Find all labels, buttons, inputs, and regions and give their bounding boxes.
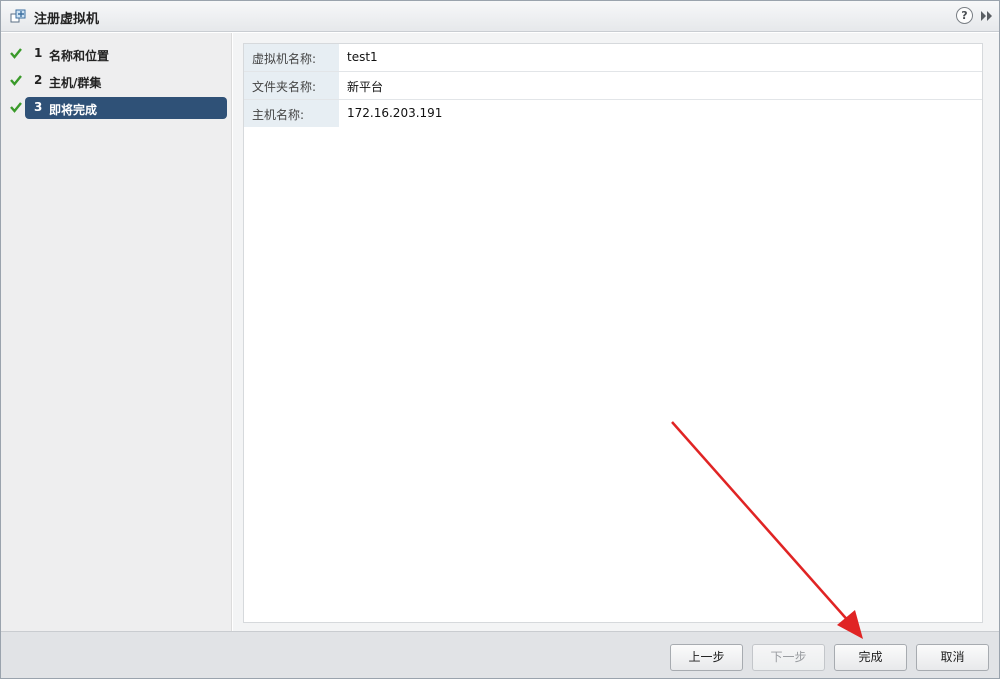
summary-value: test1	[347, 50, 378, 64]
summary-key: 主机名称:	[244, 100, 339, 127]
check-icon	[10, 102, 22, 113]
summary-value: 172.16.203.191	[347, 106, 443, 120]
step-label: 即将完成	[49, 103, 98, 117]
step-pill: 1 名称和位置	[25, 43, 227, 65]
vm-register-icon	[10, 9, 26, 23]
step-label: 主机/群集	[49, 76, 102, 90]
summary-key: 文件夹名称:	[244, 72, 339, 99]
register-vm-dialog: 注册虚拟机 ? 1 名称和位置 2 主机/群集 3 即将完成 虚拟机名称: te…	[0, 0, 1000, 679]
help-icon[interactable]: ?	[956, 7, 973, 24]
summary-key: 虚拟机名称:	[244, 44, 339, 71]
step-number: 1	[34, 46, 43, 60]
summary-row-folder-name: 文件夹名称: 新平台	[244, 72, 982, 100]
back-button[interactable]: 上一步	[670, 644, 743, 671]
step-pill: 2 主机/群集	[25, 70, 227, 92]
step-label: 名称和位置	[49, 49, 110, 63]
summary-panel: 虚拟机名称: test1 文件夹名称: 新平台 主机名称: 172.16.203…	[243, 43, 983, 623]
step-pill: 3 即将完成	[25, 97, 227, 119]
summary-value: 新平台	[347, 80, 384, 94]
summary-row-vm-name: 虚拟机名称: test1	[244, 44, 982, 72]
step-host-cluster[interactable]: 2 主机/群集	[1, 70, 232, 92]
title-bar: 注册虚拟机 ?	[1, 1, 999, 32]
step-ready-to-complete[interactable]: 3 即将完成	[1, 97, 232, 119]
cancel-button[interactable]: 取消	[916, 644, 989, 671]
wizard-steps-panel: 1 名称和位置 2 主机/群集 3 即将完成	[1, 33, 232, 631]
check-icon	[10, 48, 22, 59]
dialog-title: 注册虚拟机	[34, 12, 100, 27]
content-area: 虚拟机名称: test1 文件夹名称: 新平台 主机名称: 172.16.203…	[233, 33, 999, 631]
step-number: 2	[34, 73, 43, 87]
step-name-location[interactable]: 1 名称和位置	[1, 43, 232, 65]
next-button[interactable]: 下一步	[752, 644, 825, 671]
summary-row-host-name: 主机名称: 172.16.203.191	[244, 100, 982, 128]
expand-icon[interactable]	[979, 9, 995, 23]
check-icon	[10, 75, 22, 86]
step-number: 3	[34, 100, 43, 114]
finish-button[interactable]: 完成	[834, 644, 907, 671]
dialog-footer: 上一步 下一步 完成 取消	[1, 631, 999, 678]
